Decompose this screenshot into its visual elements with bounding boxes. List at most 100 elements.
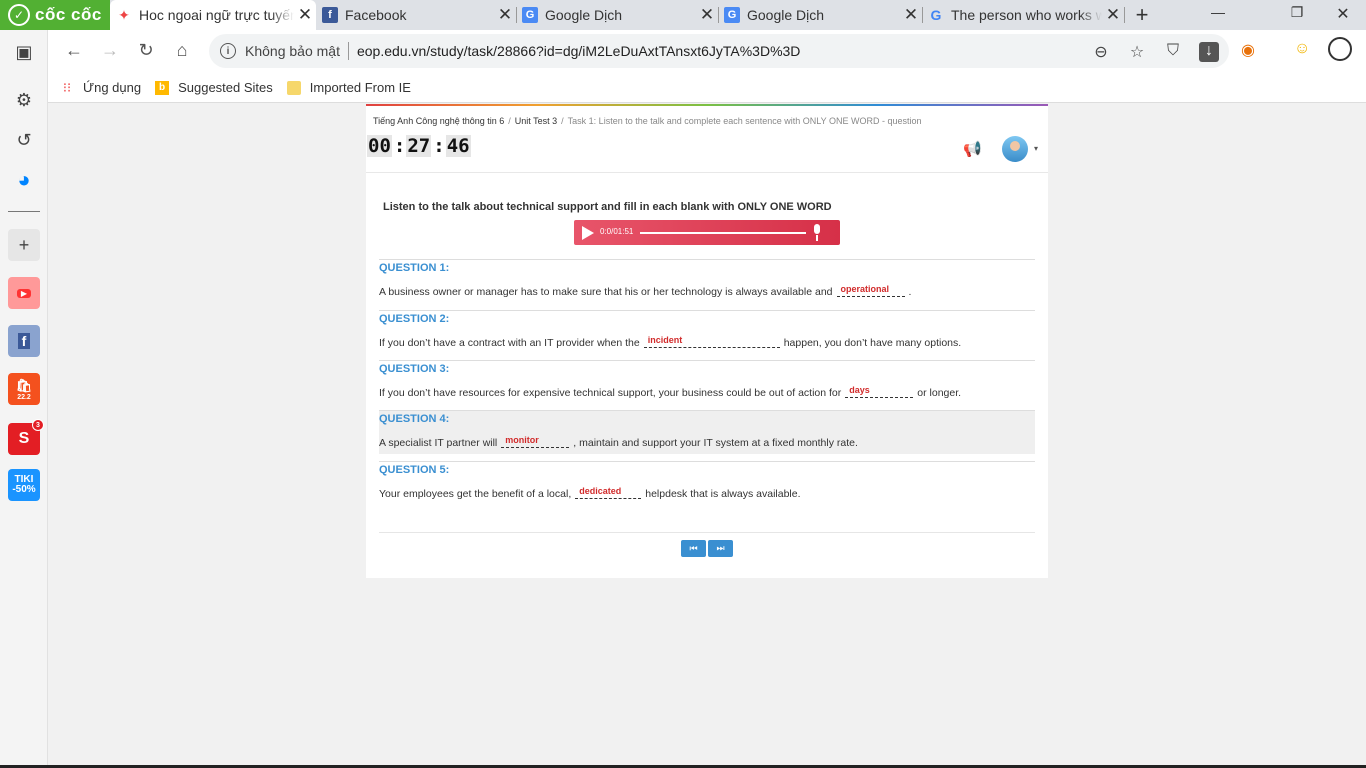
close-tab-icon[interactable]: ✕: [696, 5, 718, 25]
messenger-icon[interactable]: ◕: [8, 164, 40, 196]
audio-player: 0:0/01:51: [574, 220, 840, 245]
question-block: QUESTION 1: A business owner or manager …: [379, 259, 1035, 310]
security-label[interactable]: Không bảo mật: [245, 43, 340, 59]
close-tab-icon[interactable]: ✕: [294, 5, 316, 25]
bookmark-label: Ứng dụng: [83, 80, 142, 95]
add-shortcut-icon[interactable]: +: [8, 229, 40, 261]
tab-the-person[interactable]: G The person who works w ✕: [922, 0, 1125, 30]
question-title: QUESTION 3:: [379, 363, 450, 375]
timer-minutes: 27: [406, 135, 432, 157]
extension-icon[interactable]: ◉: [1241, 40, 1255, 60]
info-icon[interactable]: i: [220, 43, 236, 59]
chevron-down-icon[interactable]: ▾: [1034, 144, 1038, 153]
bookmark-label: Imported From IE: [309, 80, 411, 95]
address-bar[interactable]: i Không bảo mật eop.edu.vn/study/task/28…: [209, 34, 1229, 68]
zoom-icon[interactable]: ⊖: [1091, 42, 1111, 62]
youtube-icon[interactable]: ▶: [8, 277, 40, 309]
restore-button[interactable]: ❐: [1283, 4, 1311, 21]
profile-icon[interactable]: [1328, 37, 1352, 61]
question-block: QUESTION 4: A specialist IT partner will…: [379, 410, 1035, 454]
bookmark-imported-from-ie[interactable]: Imported From IE: [286, 80, 411, 95]
question-block: QUESTION 5: Your employees get the benef…: [379, 461, 1035, 512]
minimize-button[interactable]: —: [1204, 4, 1232, 20]
tab-title: Google Dịch: [545, 7, 623, 23]
bookmark-label: Suggested Sites: [178, 80, 273, 95]
shopee-icon[interactable]: 🛍 22.2: [8, 373, 40, 405]
megaphone-icon[interactable]: 📢: [963, 140, 982, 158]
answer-input[interactable]: incident: [643, 335, 780, 348]
coccoc-logo-icon: ✓: [8, 4, 30, 26]
question-title: QUESTION 5:: [379, 464, 450, 476]
google-translate-icon: G: [724, 7, 740, 23]
answer-input[interactable]: days: [845, 385, 914, 398]
audio-progress-bar[interactable]: [640, 232, 806, 234]
breadcrumb: Tiếng Anh Công nghệ thông tin 6/Unit Tes…: [373, 116, 922, 126]
microphone-icon[interactable]: [812, 224, 822, 241]
question-text-after: or longer.: [917, 387, 962, 399]
next-question-button[interactable]: ⏭: [708, 540, 733, 557]
question-title: QUESTION 4:: [379, 413, 450, 425]
tab-google-dich-1[interactable]: G Google Dịch ✕: [516, 0, 719, 30]
back-button[interactable]: ←: [62, 40, 86, 61]
bing-icon: b: [155, 80, 170, 95]
task-instruction: Listen to the talk about technical suppo…: [383, 201, 832, 213]
brand-label: cốc cốc: [35, 5, 102, 24]
question-text-after: , maintain and support your IT system at…: [573, 437, 858, 449]
question-text-before: A business owner or manager has to make …: [379, 286, 833, 298]
answer-input[interactable]: operational: [836, 284, 905, 297]
close-tab-icon[interactable]: ✕: [900, 5, 922, 25]
tiki-icon[interactable]: TIKI -50%: [8, 469, 40, 501]
bookmark-star-icon[interactable]: ☆: [1127, 42, 1147, 62]
reload-button[interactable]: ↻: [134, 40, 158, 61]
url-text[interactable]: eop.edu.vn/study/task/28866?id=dg/iM2LeD…: [357, 43, 800, 59]
tab-title: Hoc ngoai ngữ trực tuyến: [139, 7, 294, 23]
question-title: QUESTION 2:: [379, 313, 450, 325]
question-title: QUESTION 1:: [379, 262, 450, 274]
timer-seconds: 46: [445, 135, 471, 157]
question-text-before: A specialist IT partner will: [379, 437, 498, 449]
eop-favicon-icon: ✦: [118, 6, 130, 23]
tab-title: The person who works w: [951, 7, 1102, 23]
breadcrumb-unit[interactable]: Unit Test 3: [515, 116, 557, 126]
forward-button[interactable]: →: [98, 40, 122, 61]
history-icon[interactable]: ↺: [8, 124, 40, 156]
new-tab-button[interactable]: +: [1130, 2, 1154, 28]
tab-google-dich-2[interactable]: G Google Dịch ✕: [718, 0, 923, 30]
sidebar-toggle-icon[interactable]: ▣: [8, 36, 40, 68]
answer-input[interactable]: dedicated: [575, 486, 642, 499]
facebook-icon[interactable]: f: [8, 325, 40, 357]
tab-hoc-ngoai-ngu[interactable]: ✦ Hoc ngoai ngữ trực tuyến ✕: [110, 0, 316, 30]
avatar[interactable]: [1002, 136, 1028, 162]
home-button[interactable]: ⌂: [170, 40, 194, 61]
previous-question-button[interactable]: ⏮: [681, 540, 706, 557]
bookmark-apps[interactable]: ⁝⁝ Ứng dụng: [60, 80, 142, 96]
audio-time: 0:0/01:51: [600, 227, 634, 236]
question-text-before: Your employees get the benefit of a loca…: [379, 488, 572, 500]
task-card: Tiếng Anh Công nghệ thông tin 6/Unit Tes…: [366, 104, 1048, 578]
emoji-extension-icon[interactable]: ☺: [1294, 40, 1310, 58]
notification-badge: 3: [32, 419, 44, 431]
question-text-before: If you don’t have resources for expensiv…: [379, 387, 842, 399]
coccoc-menu-button[interactable]: ✓ cốc cốc: [0, 0, 110, 30]
close-window-button[interactable]: ✕: [1329, 4, 1357, 24]
tab-title: Facebook: [345, 7, 407, 23]
coccoc-sidebar: ▣ ⚙ ↺ ◕ + ▶ f 🛍 22.2 S3 TIKI -50%: [0, 30, 48, 768]
facebook-favicon-icon: f: [322, 7, 338, 23]
sendo-icon[interactable]: S3: [8, 419, 44, 455]
skip-next-icon: ⏭: [716, 543, 725, 553]
bookmark-suggested-sites[interactable]: b Suggested Sites: [155, 80, 273, 95]
question-text-after: helpdesk that is always available.: [645, 488, 801, 500]
close-tab-icon[interactable]: ✕: [1102, 5, 1124, 25]
timer-hours: 00: [367, 135, 392, 157]
answer-input[interactable]: monitor: [501, 435, 570, 448]
play-icon[interactable]: [582, 226, 594, 240]
shield-icon[interactable]: ⛉: [1163, 42, 1183, 62]
close-tab-icon[interactable]: ✕: [494, 5, 516, 25]
download-icon[interactable]: ↓: [1199, 42, 1219, 62]
settings-icon[interactable]: ⚙: [8, 84, 40, 116]
question-block: QUESTION 2: If you don’t have a contract…: [379, 310, 1035, 361]
breadcrumb-course[interactable]: Tiếng Anh Công nghệ thông tin 6: [373, 116, 504, 126]
tab-facebook[interactable]: f Facebook ✕: [316, 0, 517, 30]
countdown-timer: 00:27:46: [367, 135, 471, 157]
bookmarks-bar: ⁝⁝ Ứng dụng b Suggested Sites Imported F…: [0, 73, 1366, 103]
